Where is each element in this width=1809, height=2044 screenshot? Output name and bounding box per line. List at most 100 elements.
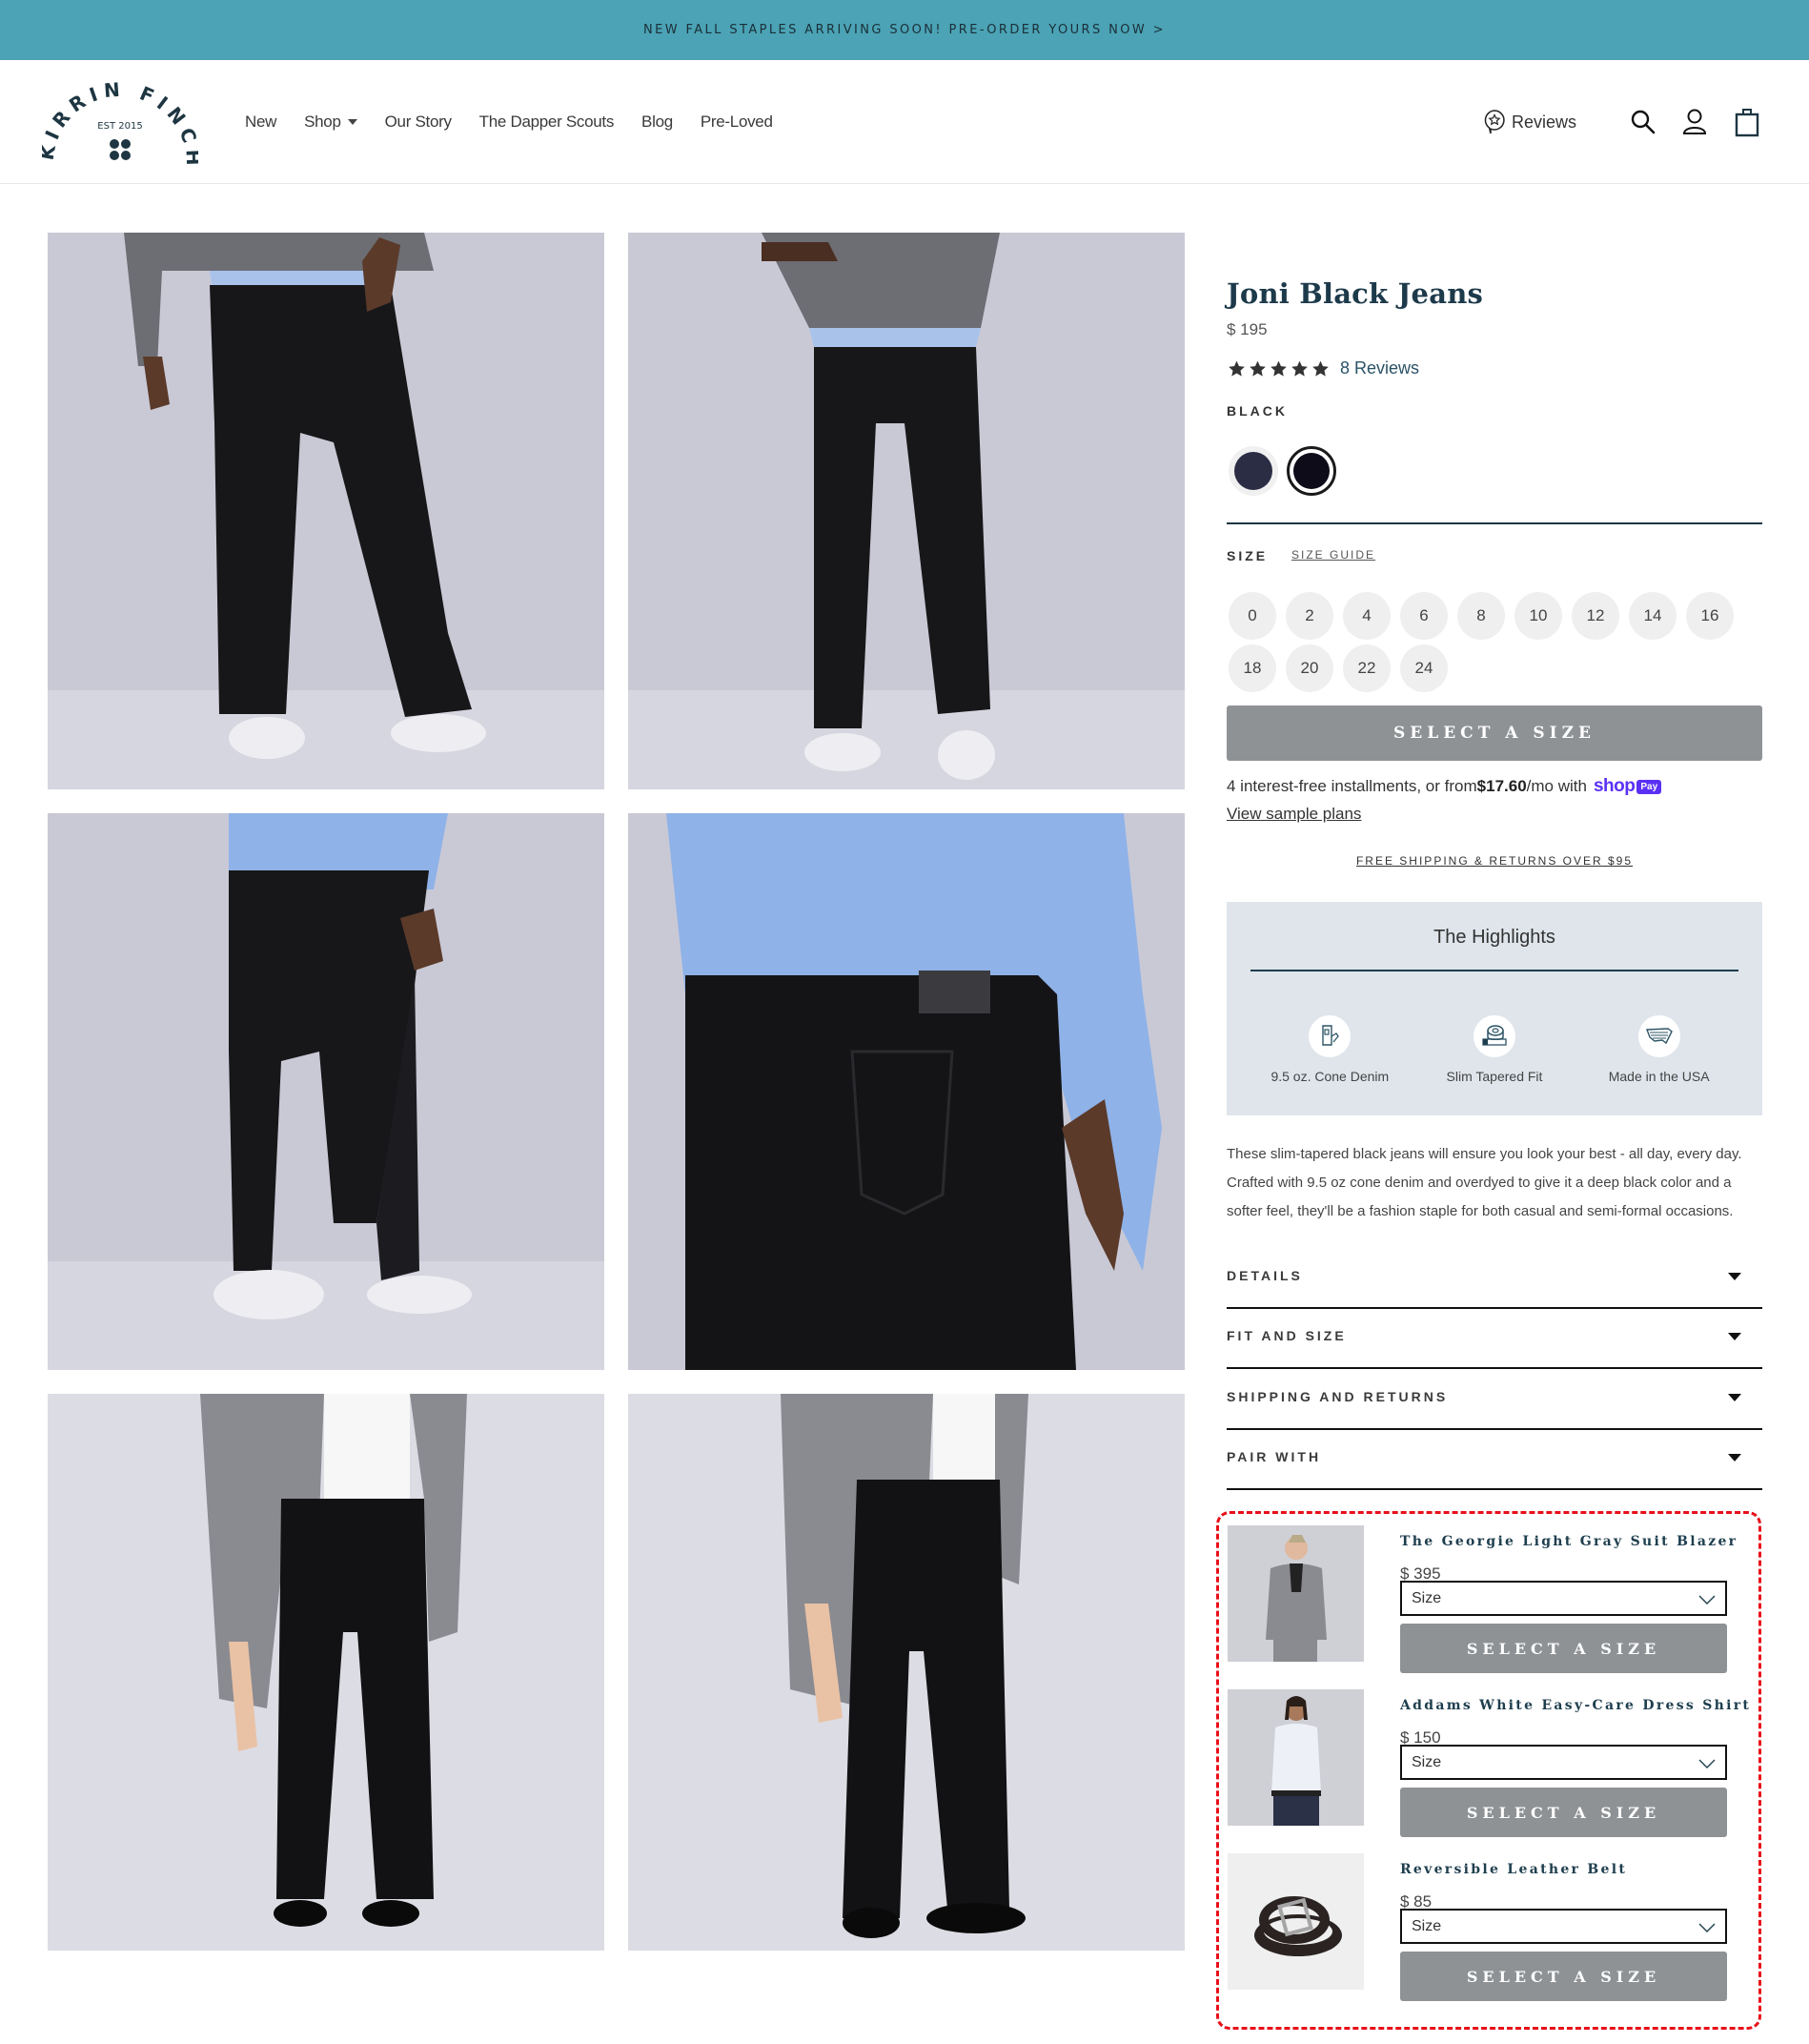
- pair-item-thumbnail[interactable]: [1228, 1853, 1364, 1990]
- announcement-bar[interactable]: NEW FALL STAPLES ARRIVING SOON! PRE-ORDE…: [0, 0, 1809, 60]
- dress-shirt-photo: [1228, 1689, 1364, 1826]
- pair-item-name[interactable]: The Georgie Light Gray Suit Blazer: [1400, 1534, 1738, 1549]
- size-option-22[interactable]: 22: [1343, 644, 1391, 692]
- account-button[interactable]: [1679, 107, 1710, 137]
- nav-item-pre-loved[interactable]: Pre-Loved: [701, 112, 773, 132]
- pair-item-name[interactable]: Addams White Easy-Care Dress Shirt: [1400, 1698, 1751, 1713]
- size-option-16[interactable]: 16: [1686, 592, 1734, 640]
- account-icon: [1682, 109, 1707, 134]
- size-option-0[interactable]: 0: [1229, 592, 1276, 640]
- nav-item-shop[interactable]: Shop: [304, 112, 357, 132]
- size-option-8[interactable]: 8: [1457, 592, 1505, 640]
- free-shipping-banner[interactable]: FREE SHIPPING & RETURNS OVER $95: [1227, 854, 1762, 868]
- pair-item-add-button[interactable]: SELECT A SIZE: [1400, 1952, 1727, 2001]
- pair-item-add-button[interactable]: SELECT A SIZE: [1400, 1788, 1727, 1837]
- installments-amount: $17.60: [1476, 777, 1527, 795]
- pair-item-size-select[interactable]: Size: [1400, 1909, 1727, 1944]
- size-option-4[interactable]: 4: [1343, 592, 1391, 640]
- product-title: Joni Black Jeans: [1227, 277, 1484, 310]
- accordion-label: DETAILS: [1227, 1268, 1303, 1283]
- view-sample-plans-link[interactable]: View sample plans: [1227, 805, 1361, 824]
- tape-measure-icon: [1473, 1015, 1515, 1057]
- cart-bag-icon: [1735, 109, 1759, 137]
- pair-item-name[interactable]: Reversible Leather Belt: [1400, 1862, 1627, 1877]
- product-rating[interactable]: 8 Reviews: [1227, 358, 1419, 378]
- product-image-3[interactable]: [48, 813, 604, 1370]
- chevron-down-icon: [1698, 1595, 1716, 1605]
- select-value: Size: [1412, 1753, 1442, 1770]
- size-option-18[interactable]: 18: [1229, 644, 1276, 692]
- highlight-item: 9.5 oz. Cone Denim: [1249, 1015, 1411, 1084]
- accordion-label: FIT AND SIZE: [1227, 1328, 1347, 1343]
- svg-text:EST 2015: EST 2015: [97, 121, 142, 132]
- product-image-5[interactable]: [48, 1394, 604, 1951]
- reviews-link[interactable]: Reviews: [1483, 60, 1576, 184]
- reviews-count-link[interactable]: 8 Reviews: [1340, 358, 1419, 378]
- brand-logo[interactable]: KIRRIN FINCH EST 2015: [35, 77, 200, 172]
- size-guide-link[interactable]: SIZE GUIDE: [1291, 548, 1375, 562]
- product-image-1[interactable]: [48, 233, 604, 789]
- cart-button[interactable]: [1732, 107, 1762, 137]
- highlight-label: Slim Tapered Fit: [1446, 1069, 1543, 1084]
- size-option-14[interactable]: 14: [1629, 592, 1677, 640]
- size-option-20[interactable]: 20: [1286, 644, 1333, 692]
- caret-down-icon: [1728, 1333, 1741, 1340]
- pair-item-size-select[interactable]: Size: [1400, 1581, 1727, 1616]
- blazer-photo: [1228, 1525, 1364, 1662]
- accordion-label: PAIR WITH: [1227, 1449, 1322, 1464]
- kirrin-finch-logo-icon: KIRRIN FINCH EST 2015: [35, 77, 200, 172]
- highlight-item: Slim Tapered Fit: [1413, 1015, 1575, 1084]
- product-image-2[interactable]: [628, 233, 1185, 789]
- selected-color-label: BLACK: [1227, 403, 1288, 419]
- product-photo-front-sneakers: [48, 233, 604, 789]
- star-icon: [1312, 360, 1329, 377]
- section-divider: [1227, 522, 1762, 524]
- chevron-down-icon: [1698, 1759, 1716, 1768]
- size-label: SIZE: [1227, 548, 1269, 563]
- size-option-10[interactable]: 10: [1514, 592, 1562, 640]
- search-button[interactable]: [1628, 107, 1658, 137]
- chevron-down-icon: [347, 119, 357, 125]
- site-header: KIRRIN FINCH EST 2015 New Shop Our Story…: [0, 60, 1809, 184]
- product-price: $ 195: [1227, 320, 1268, 338]
- pair-with-item: Reversible Leather Belt $ 85 Size SELECT…: [1228, 1853, 1761, 2001]
- product-image-6[interactable]: [628, 1394, 1185, 1951]
- accordion-label: SHIPPING AND RETURNS: [1227, 1389, 1449, 1404]
- pair-with-section: The Georgie Light Gray Suit Blazer $ 395…: [1216, 1511, 1761, 2030]
- nav-label: New: [245, 112, 277, 131]
- size-option-6[interactable]: 6: [1400, 592, 1448, 640]
- reviews-link-label: Reviews: [1512, 112, 1577, 132]
- color-swatch-black[interactable]: [1287, 446, 1336, 496]
- size-option-2[interactable]: 2: [1286, 592, 1333, 640]
- accordion-details[interactable]: DETAILS: [1227, 1249, 1762, 1309]
- pair-item-add-button[interactable]: SELECT A SIZE: [1400, 1624, 1727, 1673]
- caret-down-icon: [1728, 1273, 1741, 1280]
- pair-item-size-select[interactable]: Size: [1400, 1745, 1727, 1780]
- nav-item-dapper-scouts[interactable]: The Dapper Scouts: [479, 112, 615, 132]
- accordion-shipping-returns[interactable]: SHIPPING AND RETURNS: [1227, 1370, 1762, 1430]
- add-to-cart-button[interactable]: SELECT A SIZE: [1227, 705, 1762, 761]
- product-photo-angled-sneakers: [628, 233, 1185, 789]
- nav-item-blog[interactable]: Blog: [641, 112, 673, 132]
- pair-item-thumbnail[interactable]: [1228, 1525, 1364, 1662]
- highlights-divider: [1250, 970, 1738, 971]
- highlights-title: The Highlights: [1433, 927, 1555, 948]
- pair-item-thumbnail[interactable]: [1228, 1689, 1364, 1826]
- color-swatch-navy[interactable]: [1229, 446, 1278, 496]
- announcement-text[interactable]: NEW FALL STAPLES ARRIVING SOON! PRE-ORDE…: [643, 23, 1166, 37]
- product-photo-blazer-angled: [628, 1394, 1185, 1951]
- nav-item-new[interactable]: New: [245, 112, 276, 132]
- caret-down-icon: [1728, 1394, 1741, 1401]
- star-icon: [1291, 360, 1308, 377]
- size-options: 0 2 4 6 8 10 12 14 16 18 20 22 24: [1229, 592, 1762, 692]
- size-option-12[interactable]: 12: [1572, 592, 1619, 640]
- product-image-4[interactable]: [628, 813, 1185, 1370]
- free-shipping-link[interactable]: FREE SHIPPING & RETURNS OVER $95: [1356, 854, 1633, 868]
- product-photo-side-view: [48, 813, 604, 1370]
- accordion-pair-with[interactable]: PAIR WITH: [1227, 1430, 1762, 1490]
- accordion-fit-and-size[interactable]: FIT AND SIZE: [1227, 1309, 1762, 1369]
- reviews-badge-icon: [1484, 110, 1505, 134]
- size-option-24[interactable]: 24: [1400, 644, 1448, 692]
- nav-item-our-story[interactable]: Our Story: [385, 112, 452, 132]
- product-description: These slim-tapered black jeans will ensu…: [1227, 1146, 1742, 1219]
